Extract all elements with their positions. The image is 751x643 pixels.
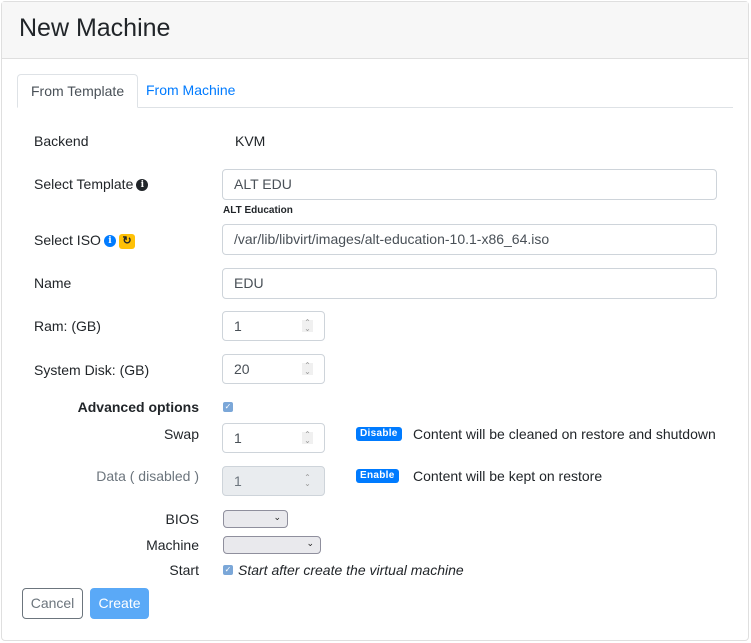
tab-from-machine[interactable]: From Machine — [133, 74, 248, 107]
data-label: Data ( disabled ) — [96, 468, 199, 484]
create-button[interactable]: Create — [90, 588, 149, 619]
disk-label: System Disk: (GB) — [34, 362, 150, 378]
start-checkbox[interactable]: ✓ — [223, 565, 233, 575]
iso-label-text: Select ISO — [34, 232, 101, 248]
machine-select[interactable]: ⌄ — [223, 536, 321, 554]
advanced-options-label: Advanced options — [77, 399, 199, 415]
swap-label: Swap — [163, 426, 199, 442]
swap-input[interactable]: 1 ⌃ ⌄ — [222, 423, 325, 453]
refresh-icon[interactable]: ↻ — [118, 233, 135, 249]
card-header: New Machine — [2, 2, 748, 59]
template-label: Select Template i — [34, 176, 149, 192]
tab-from-template[interactable]: From Template — [17, 74, 139, 108]
swap-disable-badge[interactable]: Disable — [356, 427, 402, 441]
data-note: Content will be kept on restore — [413, 468, 603, 484]
bios-select[interactable]: ⌄ — [223, 510, 288, 528]
disk-value: 20 — [234, 361, 250, 377]
template-select[interactable]: ALT EDU — [222, 169, 717, 200]
ram-label: Ram: (GB) — [34, 318, 101, 334]
backend-value: KVM — [235, 133, 266, 149]
spinner-icon[interactable]: ⌃ ⌄ — [302, 362, 313, 376]
iso-select[interactable]: /var/lib/libvirt/images/alt-education-10… — [222, 224, 717, 255]
data-value: 1 — [234, 473, 242, 489]
page-title: New Machine — [19, 14, 171, 42]
info-circle-icon[interactable]: i — [103, 235, 116, 248]
chevron-down-icon: ⌄ — [273, 512, 281, 522]
spinner-icon[interactable]: ⌃ ⌄ — [302, 431, 313, 445]
chevron-down-icon: ⌄ — [306, 538, 314, 548]
ram-value: 1 — [234, 318, 242, 334]
ram-input[interactable]: 1 ⌃ ⌄ — [222, 311, 325, 341]
cancel-button[interactable]: Cancel — [22, 588, 83, 619]
data-input: 1 ⌃ ⌄ — [222, 466, 325, 496]
name-label: Name — [34, 275, 72, 291]
spinner-icon: ⌃ ⌄ — [304, 473, 311, 488]
info-circle-icon[interactable]: i — [136, 179, 149, 192]
machine-label: Machine — [146, 537, 199, 553]
data-enable-badge[interactable]: Enable — [356, 469, 399, 483]
backend-label: Backend — [34, 133, 89, 149]
iso-label: Select ISO i ↻ — [34, 232, 135, 249]
template-label-text: Select Template — [34, 176, 134, 192]
name-input[interactable]: EDU — [222, 268, 717, 299]
swap-note: Content will be cleaned on restore and s… — [413, 426, 716, 442]
disk-input[interactable]: 20 ⌃ ⌄ — [222, 354, 325, 384]
advanced-options-checkbox[interactable]: ✓ — [223, 402, 233, 412]
template-help-text: ALT Education — [223, 205, 293, 216]
start-checkbox-label[interactable]: Start after create the virtual machine — [238, 562, 464, 578]
start-label: Start — [169, 562, 199, 578]
swap-value: 1 — [234, 430, 242, 446]
spinner-icon[interactable]: ⌃ ⌄ — [302, 319, 313, 333]
tab-bar: From Template From Machine — [17, 74, 733, 108]
bios-label: BIOS — [165, 511, 199, 527]
